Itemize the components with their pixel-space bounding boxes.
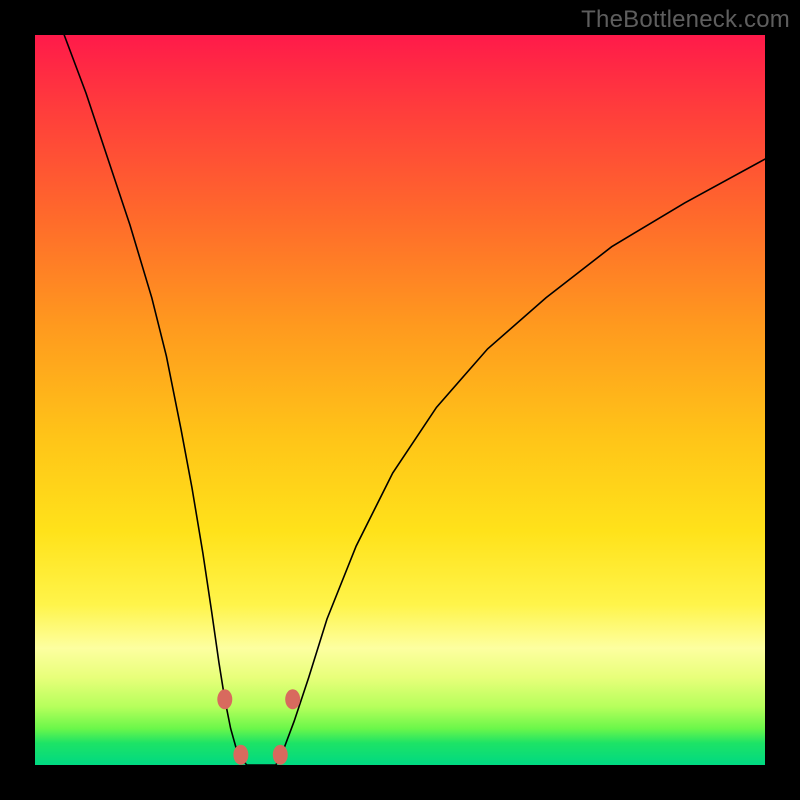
- curve-svg: [35, 35, 765, 765]
- bottleneck-curve: [64, 35, 765, 765]
- marker-left-lower: [233, 745, 248, 765]
- chart-frame: TheBottleneck.com: [0, 0, 800, 800]
- marker-right-upper: [285, 689, 300, 709]
- watermark-text: TheBottleneck.com: [581, 6, 790, 34]
- plot-area: [35, 35, 765, 765]
- marker-left-upper: [217, 689, 232, 709]
- marker-right-lower: [273, 745, 288, 765]
